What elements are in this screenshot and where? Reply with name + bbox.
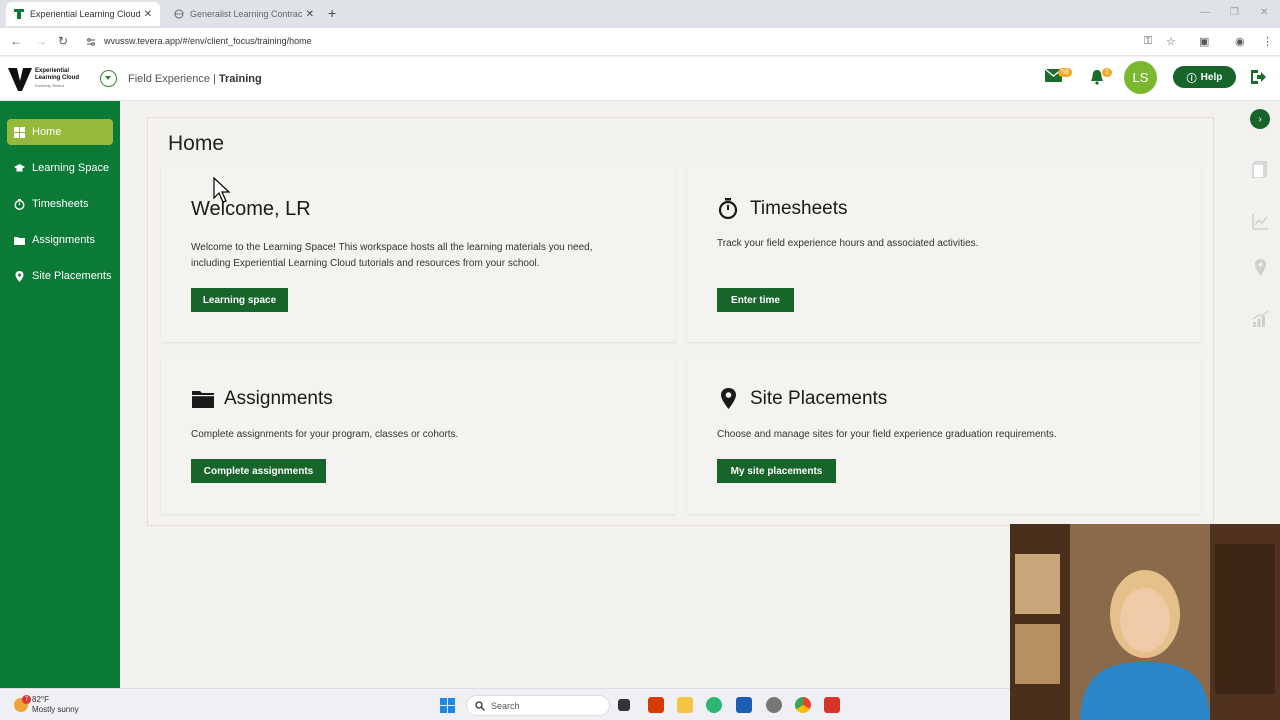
sidebar-item-home[interactable]: Home — [7, 119, 113, 145]
sidebar-item-label: Site Placements — [32, 270, 112, 282]
context-switch-icon[interactable] — [100, 70, 117, 87]
sidebar-item-label: Assignments — [32, 234, 95, 246]
avatar[interactable]: LS — [1124, 61, 1157, 94]
minimize-icon[interactable]: — — [1200, 7, 1210, 18]
tab-close-icon[interactable]: ✕ — [144, 9, 152, 20]
search-icon — [475, 700, 485, 711]
my-site-placements-button[interactable]: My site placements — [717, 459, 836, 483]
site-placements-text: Choose and manage sites for your field e… — [717, 429, 1057, 440]
sidebar: Home Learning Space Timesheets Assignmen… — [0, 101, 120, 688]
context-label[interactable]: Field Experience | Training — [128, 73, 262, 85]
new-tab-icon[interactable]: + — [328, 5, 336, 21]
reload-icon[interactable]: ↻ — [58, 34, 68, 48]
windows-start-icon[interactable] — [440, 698, 455, 713]
sidebar-item-learning-space[interactable]: Learning Space — [7, 155, 113, 181]
address-bar: ← → ↻ wvussw.tevera.app/#/env/client_foc… — [0, 28, 1280, 56]
tab-search-icon[interactable]: ▣ — [1199, 35, 1209, 48]
map-pin-icon — [721, 388, 736, 409]
question-circle-icon: ⓘ — [1186, 73, 1197, 85]
site-settings-icon[interactable] — [86, 37, 96, 47]
presenter-video-image — [1010, 524, 1280, 720]
weather-temp: 82°F — [32, 695, 49, 704]
taskbar-search[interactable]: Search — [466, 695, 610, 716]
sidebar-item-assignments[interactable]: Assignments — [7, 227, 113, 253]
weather-alert-badge: 7 — [22, 695, 31, 704]
welcome-title: Welcome, LR — [191, 198, 311, 220]
copy-icon[interactable] — [1252, 161, 1269, 178]
tab-close-icon[interactable]: ✕ — [306, 9, 314, 20]
site-placements-card: Site Placements Choose and manage sites … — [687, 356, 1201, 514]
store-icon[interactable] — [736, 697, 752, 713]
forward-icon[interactable]: → — [35, 34, 47, 48]
globe-icon — [174, 9, 184, 19]
timesheets-text: Track your field experience hours and as… — [717, 238, 979, 249]
mouse-cursor-icon — [213, 177, 231, 203]
bookmark-star-icon[interactable]: ☆ — [1166, 35, 1176, 48]
sun-icon: 7 — [14, 695, 31, 712]
edge-icon[interactable] — [706, 697, 722, 713]
file-explorer-icon[interactable] — [677, 697, 693, 713]
location-pin-icon[interactable] — [1252, 259, 1269, 276]
profile-icon[interactable]: ◉ — [1235, 35, 1245, 48]
line-chart-icon[interactable] — [1252, 213, 1269, 230]
browser-menu-icon[interactable]: ⋮ — [1262, 35, 1273, 48]
experiential-learning-cloud-logo[interactable] — [8, 66, 32, 92]
sidebar-item-label: Timesheets — [32, 198, 89, 210]
browser-tab-bar: Experiential Learning Cloud (fo ✕ Genera… — [0, 0, 1280, 28]
weather-desc: Mostly sunny — [32, 705, 79, 714]
maximize-icon[interactable]: ❐ — [1230, 7, 1239, 18]
logout-icon[interactable] — [1250, 69, 1266, 85]
app-header: Experiential Learning Cloud Formerly Tev… — [0, 57, 1280, 101]
tevera-favicon-icon — [14, 9, 24, 19]
sidebar-item-label: Learning Space — [32, 162, 110, 174]
grid-icon — [14, 126, 25, 138]
notification-count-badge: 1 — [1102, 68, 1112, 77]
chrome-icon[interactable] — [795, 697, 811, 713]
stopwatch-icon — [14, 198, 25, 210]
welcome-text: Welcome to the Learning Space! This work… — [191, 242, 593, 269]
map-pin-icon — [14, 270, 25, 282]
sidebar-item-label: Home — [32, 126, 62, 138]
mail-count-badge: 58 — [1058, 68, 1072, 77]
webcam-video-overlay — [1010, 524, 1280, 720]
sidebar-item-site-placements[interactable]: Site Placements — [7, 263, 113, 289]
windows-taskbar: 7 82°F Mostly sunny Search — [0, 688, 1010, 720]
tab-title: Generalist Learning Contract (2 — [190, 9, 302, 19]
url-field[interactable]: wvussw.tevera.app/#/env/client_focus/tra… — [104, 36, 312, 46]
grad-cap-icon — [14, 163, 25, 174]
help-button[interactable]: ⓘ Help — [1173, 66, 1236, 88]
main-panel: Home Welcome, LR Welcome to the Learning… — [147, 117, 1214, 526]
welcome-card: Welcome, LR Welcome to the Learning Spac… — [161, 166, 675, 342]
folder-icon — [192, 391, 214, 408]
assignments-title: Assignments — [224, 388, 333, 409]
complete-assignments-button[interactable]: Complete assignments — [191, 459, 326, 483]
settings-gear-icon[interactable] — [766, 697, 782, 713]
bar-trend-icon[interactable] — [1252, 310, 1269, 327]
site-placements-title: Site Placements — [750, 388, 888, 409]
enter-time-button[interactable]: Enter time — [717, 288, 794, 312]
back-icon[interactable]: ← — [10, 34, 22, 48]
learning-space-button[interactable]: Learning space — [191, 288, 288, 312]
browser-tab-active[interactable]: Experiential Learning Cloud (fo ✕ — [6, 2, 160, 26]
tab-title: Experiential Learning Cloud (fo — [30, 9, 140, 19]
task-view-icon[interactable] — [618, 699, 630, 711]
sidebar-item-timesheets[interactable]: Timesheets — [7, 191, 113, 217]
help-label: Help — [1200, 71, 1223, 83]
timesheets-card: Timesheets Track your field experience h… — [687, 166, 1201, 342]
folder-icon — [14, 235, 25, 246]
page-title: Home — [168, 132, 225, 155]
search-placeholder: Search — [491, 700, 520, 711]
expand-panel-arrow-icon[interactable]: › — [1250, 109, 1270, 129]
logo-text: Experiential Learning Cloud Formerly Tev… — [35, 68, 79, 88]
office-icon[interactable] — [648, 697, 664, 713]
assignments-card: Assignments Complete assignments for you… — [161, 356, 675, 514]
browser-tab-inactive[interactable]: Generalist Learning Contract (2 ✕ — [166, 2, 322, 26]
password-key-icon[interactable]: ⚿ — [1144, 35, 1152, 48]
assignments-text: Complete assignments for your program, c… — [191, 429, 459, 440]
stopwatch-icon — [718, 198, 738, 219]
recording-app-icon[interactable] — [824, 697, 840, 713]
weather-widget[interactable]: 7 82°F Mostly sunny — [14, 695, 79, 715]
window-close-icon[interactable]: ✕ — [1260, 7, 1268, 18]
timesheets-title: Timesheets — [750, 198, 848, 219]
